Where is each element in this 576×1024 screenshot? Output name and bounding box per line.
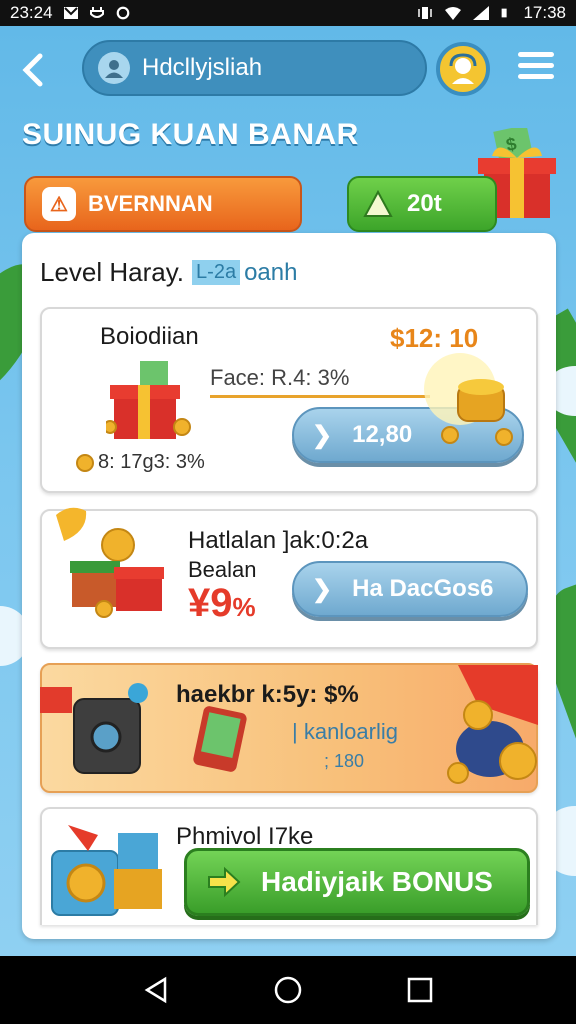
- gmail-icon: [63, 7, 78, 19]
- back-nav-icon[interactable]: [141, 975, 171, 1005]
- card-button-label: Ha DacGos6: [352, 575, 494, 602]
- green-button-label: 20t: [407, 190, 442, 217]
- card-subtitle: | kanloarlig: [292, 719, 398, 744]
- back-icon: [22, 53, 43, 87]
- alert-icon: ⚠: [42, 187, 76, 221]
- top-bar: Hdcllyjsliah: [0, 26, 576, 110]
- menu-button[interactable]: [518, 52, 554, 82]
- card-title: Phmivol I7ke: [176, 823, 314, 850]
- card-subtitle: Bealan: [188, 557, 257, 582]
- heading-tag-text: oanh: [244, 258, 298, 286]
- sync-icon: [116, 6, 129, 20]
- status-bar: 23:24 17:38: [0, 0, 576, 26]
- gift-money-illustration: [106, 361, 191, 439]
- wifi-icon: [445, 7, 462, 20]
- support-avatar-icon: [449, 53, 477, 84]
- card-button-label: 12,80: [352, 421, 413, 448]
- discount-unit: %: [232, 592, 256, 622]
- plug-icon: [89, 7, 104, 18]
- vibrate-icon: [418, 7, 433, 19]
- coin-bag-illustration: [447, 665, 538, 784]
- menu-icon: [518, 52, 554, 57]
- discount-value: ¥9%: [188, 581, 256, 626]
- divider: [210, 395, 430, 398]
- page-title: SUINUG KUAN BANAR: [22, 118, 359, 151]
- battery-icon: [502, 8, 508, 18]
- offer-card[interactable]: haekbr k:5y: $% | kanloarlig ; 180: [40, 663, 538, 793]
- card-action-button[interactable]: ❯ Ha DacGos6: [292, 561, 528, 617]
- support-avatar-button[interactable]: [436, 42, 490, 96]
- chevron-right-icon: ❯: [312, 575, 333, 603]
- orange-button-label: BVERNNAN: [88, 191, 213, 216]
- search-field[interactable]: Hdcllyjsliah: [82, 40, 427, 96]
- panel-heading: Level Haray. L-2a oanh: [40, 257, 297, 288]
- triangle-icon: [363, 189, 393, 217]
- offer-card[interactable]: Hatlalan ]ak:0:2a Bealan ¥9% ❯ Ha DacGos…: [40, 507, 538, 649]
- discount-number: ¥9: [188, 581, 233, 625]
- user-icon: [98, 52, 130, 84]
- home-icon[interactable]: [273, 975, 303, 1005]
- card-title: haekbr k:5y: $%: [176, 681, 359, 708]
- card-note: 8: 17g3: 3%: [76, 451, 205, 474]
- green-action-button[interactable]: 20t: [347, 176, 497, 232]
- back-button[interactable]: [18, 50, 54, 87]
- card-face-text: Face: R.4: 3%: [210, 365, 350, 390]
- signal-icon: [473, 6, 490, 20]
- gift-coins-illustration: [51, 825, 162, 916]
- orange-action-button[interactable]: ⚠ BVERNNAN: [24, 176, 302, 232]
- card-title: Boiodiian: [100, 323, 199, 350]
- arrow-right-icon: [208, 866, 241, 898]
- offers-panel: Level Haray. L-2a oanh Boiodiian $12: 10…: [22, 233, 556, 939]
- panel-heading-text: Level Haray.: [40, 257, 185, 287]
- card-note: ; 180: [324, 751, 365, 771]
- coin-icon: [76, 453, 94, 472]
- wallet-illustration: [40, 683, 148, 774]
- card-title: Hatlalan ]ak:0:2a: [188, 527, 369, 554]
- card-note-text: 8: 17g3: 3%: [98, 451, 205, 473]
- phone-illustration: [193, 706, 247, 772]
- status-time: 23:24: [10, 3, 53, 22]
- sun-coins-illustration: [424, 353, 513, 446]
- recents-icon[interactable]: [405, 975, 435, 1005]
- chevron-right-icon: ❯: [312, 421, 333, 449]
- bonus-button-label: Hadiyjaik BONUS: [261, 866, 493, 897]
- bonus-button[interactable]: Hadiyjaik BONUS: [184, 848, 530, 916]
- coins-gifts-illustration: [56, 507, 164, 618]
- heading-tag: L-2a: [192, 260, 241, 285]
- offer-card[interactable]: Boiodiian $12: 10 Face: R.4: 3% 8: 17g3:…: [40, 307, 538, 493]
- navigation-bar: [0, 956, 576, 1024]
- search-text: Hdcllyjsliah: [142, 54, 263, 81]
- status-clock: 17:38: [523, 3, 566, 22]
